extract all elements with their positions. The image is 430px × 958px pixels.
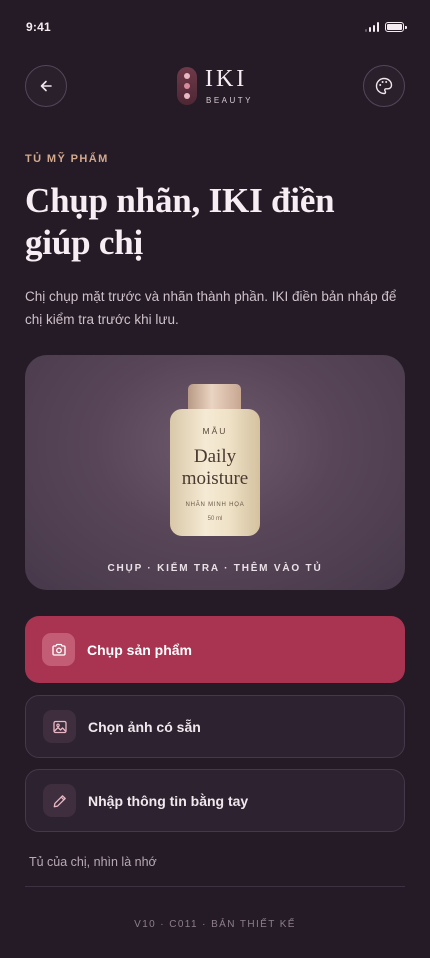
brand-sub: BEAUTY [205, 96, 253, 105]
bottle-volume: 50 ml [207, 516, 223, 522]
status-bar: 9:41 [0, 0, 430, 52]
page-title-line1: Chụp nhãn, IKI điền [25, 181, 335, 220]
bottle-illustration: MẪU Daily moisture NHÃN MINH HỌA 50 ml [170, 409, 260, 536]
logo-mark-icon [176, 67, 197, 105]
page-title-line2: giúp chị [25, 223, 144, 262]
palette-icon [375, 77, 393, 95]
manual-entry-button[interactable]: Nhập thông tin bằng tay [25, 769, 405, 832]
status-icons [364, 22, 407, 32]
bottle-name-line2: moisture [181, 468, 249, 489]
pencil-icon [43, 784, 76, 817]
theme-button[interactable] [362, 65, 405, 107]
footer-divider [25, 886, 405, 887]
page-title: Chụp nhãn, IKI điền giúp chị [25, 180, 405, 264]
hero-caption: CHỤP · KIỂM TRA · THÊM VÀO TỦ [107, 563, 323, 574]
status-time: 9:41 [26, 20, 51, 34]
hero-illustration: MẪU Daily moisture NHÃN MINH HỌA 50 ml C… [25, 355, 405, 590]
brand-logo: IKI BEAUTY [176, 66, 253, 105]
signal-icon [364, 22, 379, 32]
bottle-note: NHÃN MINH HỌA [185, 502, 245, 508]
battery-icon [385, 22, 407, 32]
choose-photo-label: Chọn ảnh có sẵn [88, 718, 201, 735]
app-header: IKI BEAUTY [25, 65, 405, 107]
camera-icon [42, 633, 75, 666]
brand-name: IKI [204, 66, 248, 92]
bottle-cap [188, 384, 241, 411]
bottle-tag: MẪU [202, 426, 228, 436]
page-subtitle: Chị chụp mặt trước và nhãn thành phần. I… [25, 289, 397, 327]
bottle-name-line1: Daily [193, 446, 237, 467]
version-label: V10 · C011 · BẢN THIẾT KẾ [134, 919, 296, 930]
arrow-left-icon [40, 80, 52, 92]
back-button[interactable] [25, 65, 67, 107]
manual-entry-label: Nhập thông tin bằng tay [88, 792, 249, 809]
image-icon [43, 710, 76, 743]
capture-product-button[interactable]: Chụp sản phẩm [25, 616, 405, 683]
bottle-name: Daily moisture [170, 446, 260, 490]
footer-note: Tủ của chị, nhìn là nhớ [29, 855, 157, 869]
section-eyebrow: TỦ MỸ PHẨM [25, 153, 109, 165]
choose-photo-button[interactable]: Chọn ảnh có sẵn [25, 695, 405, 758]
capture-product-label: Chụp sản phẩm [87, 641, 193, 658]
